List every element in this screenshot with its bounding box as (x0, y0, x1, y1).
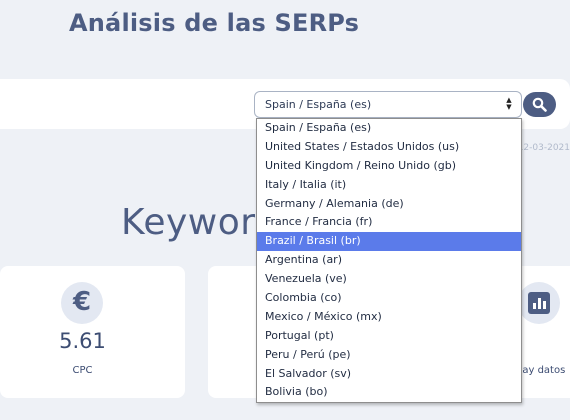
cpc-value: 5.61 (59, 329, 106, 353)
cpc-card: € 5.61 CPC (0, 266, 185, 398)
dropdown-option[interactable]: United States / Estados Unidos (us) (257, 138, 521, 157)
bar-chart-icon (528, 292, 550, 314)
section-heading: Keyword (121, 202, 279, 243)
dropdown-option[interactable]: Argentina (ar) (257, 251, 521, 270)
dropdown-option[interactable]: Portugal (pt) (257, 327, 521, 346)
dropdown-option[interactable]: France / Francia (fr) (257, 213, 521, 232)
chart-icon-circle (518, 282, 560, 324)
dropdown-option[interactable]: Venezuela (ve) (257, 270, 521, 289)
dropdown-option[interactable]: Germany / Alemania (de) (257, 195, 521, 214)
dropdown-option[interactable]: Spain / España (es) (257, 119, 521, 138)
euro-icon: € (72, 287, 92, 317)
dropdown-option[interactable]: Mexico / México (mx) (257, 308, 521, 327)
dropdown-option[interactable]: Bolivia (bo) (257, 383, 521, 402)
dropdown-option[interactable]: Italy / Italia (it) (257, 176, 521, 195)
country-dropdown-list[interactable]: Spain / España (es) United States / Estad… (256, 118, 522, 403)
country-select-value: Spain / España (es) (265, 98, 372, 111)
country-select[interactable]: Spain / España (es) ▲ ▼ (254, 91, 522, 118)
dropdown-option[interactable]: Brazil / Brasil (br) (257, 232, 521, 252)
search-button[interactable] (523, 92, 556, 117)
select-arrows-icon: ▲ ▼ (506, 96, 512, 111)
euro-icon-circle: € (61, 282, 103, 324)
dropdown-option[interactable]: United Kingdom / Reino Unido (gb) (257, 157, 521, 176)
dropdown-option[interactable]: Colombia (co) (257, 289, 521, 308)
no-data-label: hay datos (516, 365, 566, 376)
search-icon (532, 97, 547, 112)
dropdown-option[interactable]: Peru / Perú (pe) (257, 346, 521, 365)
page-title: Análisis de las SERPs (69, 9, 360, 37)
dropdown-option[interactable]: El Salvador (sv) (257, 365, 521, 384)
cpc-label: CPC (72, 365, 93, 376)
